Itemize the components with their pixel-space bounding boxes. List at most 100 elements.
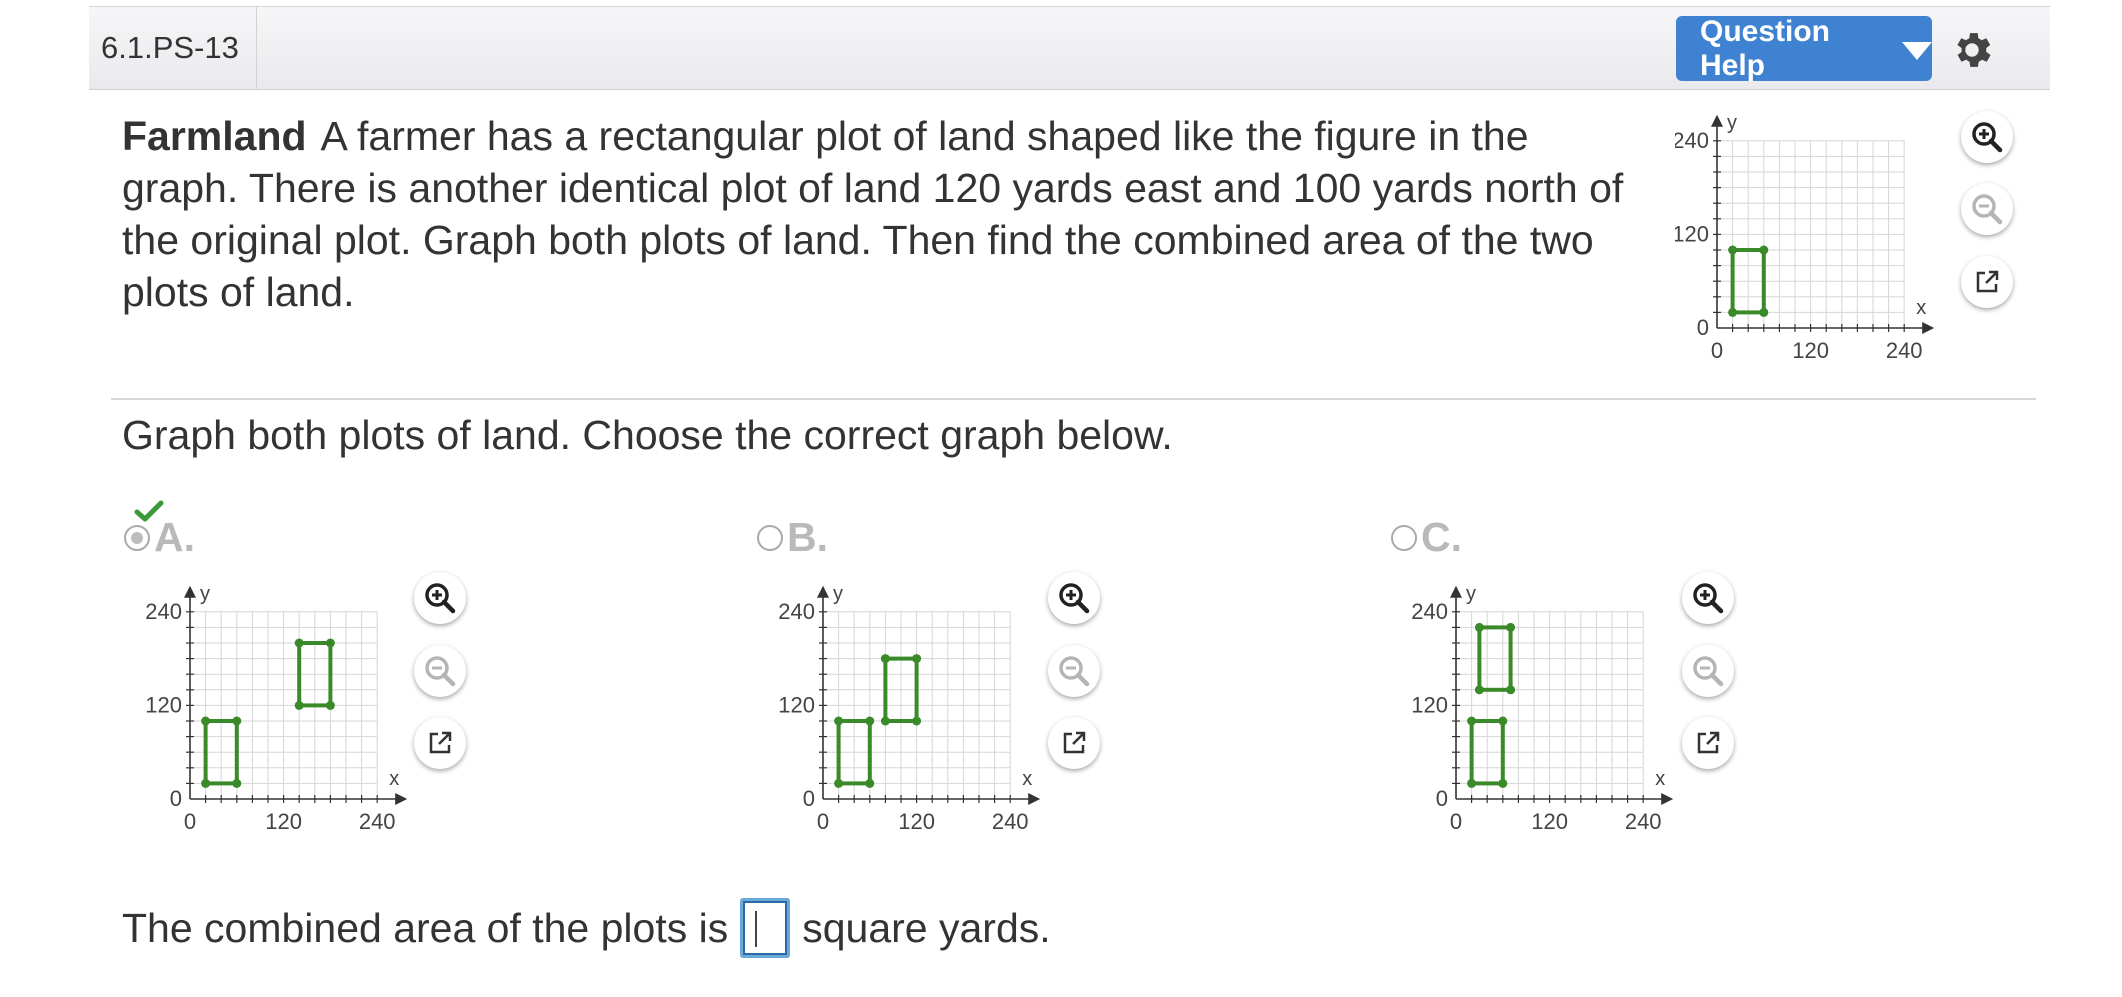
plot-vertex xyxy=(880,716,890,726)
plot-vertex xyxy=(294,700,304,710)
x-tick-label: 120 xyxy=(265,809,302,834)
choice-b-popout-button[interactable] xyxy=(1048,717,1100,769)
x-axis-label: x xyxy=(389,768,399,790)
popout-icon xyxy=(429,731,452,754)
plot-vertex xyxy=(1474,622,1484,632)
check-icon xyxy=(134,500,164,522)
choice-a-graph: 00 120 120 240 240 x y xyxy=(145,583,408,834)
y-tick-label: 120 xyxy=(1675,221,1709,246)
y-tick-label: 0 xyxy=(1697,315,1709,340)
plot-vertex xyxy=(865,716,875,726)
y-tick-label: 0 xyxy=(803,786,815,811)
choice-c-radio[interactable] xyxy=(1391,524,1417,551)
problem-statement: Farmland A farmer has a rectangular plot … xyxy=(122,110,1632,318)
gear-icon[interactable] xyxy=(1949,27,1995,73)
x-axis-label: x xyxy=(1022,768,1032,790)
plot-vertex xyxy=(201,778,211,788)
instruction-text: Graph both plots of land. Choose the cor… xyxy=(122,412,1173,458)
x-axis-label: x xyxy=(1655,768,1665,790)
zoom-in-icon xyxy=(1972,122,2003,153)
answer-line: The combined area of the plots is square… xyxy=(122,898,1051,958)
choice-a-zoom-out-button[interactable] xyxy=(414,645,466,697)
choice-a[interactable]: A. xyxy=(124,500,195,561)
y-axis-arrow xyxy=(817,585,829,598)
y-tick-label: 240 xyxy=(1675,128,1709,153)
caret-down-icon xyxy=(1902,41,1932,60)
popout-icon xyxy=(1063,731,1086,754)
choice-b-graph: 00 120 120 240 240 x y xyxy=(778,583,1041,834)
plot-vertex xyxy=(1506,685,1516,695)
x-axis-arrow xyxy=(1028,793,1041,805)
choice-c-zoom-in-button[interactable] xyxy=(1682,572,1734,624)
choice-b[interactable]: B. xyxy=(757,514,828,561)
x-tick-label: 120 xyxy=(1792,338,1829,363)
section-divider xyxy=(111,398,2036,400)
choice-b-zoom-out-button[interactable] xyxy=(1048,645,1100,697)
problem-text: A farmer has a rectangular plot of land … xyxy=(122,113,1624,315)
plot-vertex xyxy=(232,778,242,788)
choice-b-zoom-in-button[interactable] xyxy=(1048,572,1100,624)
choice-a-zoom-in-button[interactable] xyxy=(414,572,466,624)
x-tick-label: 0 xyxy=(1450,809,1462,834)
choice-b-radio[interactable] xyxy=(757,524,783,551)
plot-vertex xyxy=(834,778,844,788)
plot-vertex xyxy=(1467,778,1477,788)
grid-lines xyxy=(189,611,378,800)
plot-vertex xyxy=(325,638,335,648)
answer-prefix: The combined area of the plots is xyxy=(122,904,729,951)
x-tick-label: 120 xyxy=(898,809,935,834)
x-tick-label: 0 xyxy=(184,809,196,834)
choice-a-radio[interactable] xyxy=(124,524,150,551)
plot-vertex xyxy=(1467,716,1477,726)
y-axis-arrow xyxy=(184,585,196,598)
x-axis-arrow xyxy=(1922,322,1935,334)
choice-a-popout-button[interactable] xyxy=(414,717,466,769)
plot-vertex xyxy=(1474,685,1484,695)
choice-c[interactable]: C. xyxy=(1391,514,1462,561)
y-tick-label: 240 xyxy=(1411,599,1448,624)
y-tick-label: 120 xyxy=(145,692,182,717)
zoom-out-icon xyxy=(1972,194,2003,225)
text-caret xyxy=(755,911,758,947)
zoom-out-icon xyxy=(425,656,456,687)
prompt-zoom-in-button[interactable] xyxy=(1961,111,2013,163)
plot-vertex xyxy=(201,716,211,726)
zoom-in-icon xyxy=(425,583,456,614)
zoom-in-icon xyxy=(1693,583,1724,614)
x-axis-arrow xyxy=(395,793,408,805)
choice-c-graph: 00 120 120 240 240 x y xyxy=(1411,583,1674,834)
y-tick-label: 120 xyxy=(778,692,815,717)
problem-title: Farmland xyxy=(122,113,307,159)
x-tick-label: 240 xyxy=(1886,338,1923,363)
plot-vertex xyxy=(1506,622,1516,632)
plot-vertex xyxy=(912,654,922,664)
popout-icon xyxy=(1697,731,1720,754)
y-tick-label: 240 xyxy=(145,599,182,624)
choice-c-zoom-out-button[interactable] xyxy=(1682,645,1734,697)
y-tick-label: 120 xyxy=(1411,692,1448,717)
x-axis-arrow xyxy=(1661,793,1674,805)
x-tick-label: 240 xyxy=(992,809,1029,834)
x-axis-label: x xyxy=(1916,297,1926,319)
plot-vertex xyxy=(1728,307,1738,317)
question-help-button[interactable]: Question Help xyxy=(1676,14,1932,82)
prompt-graph: 00 120 120 240 240 x y xyxy=(1675,112,1935,363)
prompt-zoom-out-button[interactable] xyxy=(1961,183,2013,235)
x-tick-label: 240 xyxy=(1625,809,1662,834)
zoom-out-icon xyxy=(1693,656,1724,687)
choice-c-popout-button[interactable] xyxy=(1682,717,1734,769)
prompt-popout-button[interactable] xyxy=(1961,256,2013,308)
choice-b-letter: B. xyxy=(787,514,828,560)
y-tick-label: 240 xyxy=(778,599,815,624)
plot-vertex xyxy=(1728,245,1738,255)
combined-area-input[interactable] xyxy=(740,898,791,958)
y-axis-label: y xyxy=(200,583,210,605)
plot-vertex xyxy=(880,654,890,664)
y-axis-arrow xyxy=(1450,585,1462,598)
y-axis-label: y xyxy=(1466,583,1476,605)
grid-lines xyxy=(1455,611,1644,800)
y-tick-label: 0 xyxy=(1436,786,1448,811)
question-help-label: Question Help xyxy=(1700,14,1831,82)
plot-vertex xyxy=(232,716,242,726)
plot-vertex xyxy=(294,638,304,648)
